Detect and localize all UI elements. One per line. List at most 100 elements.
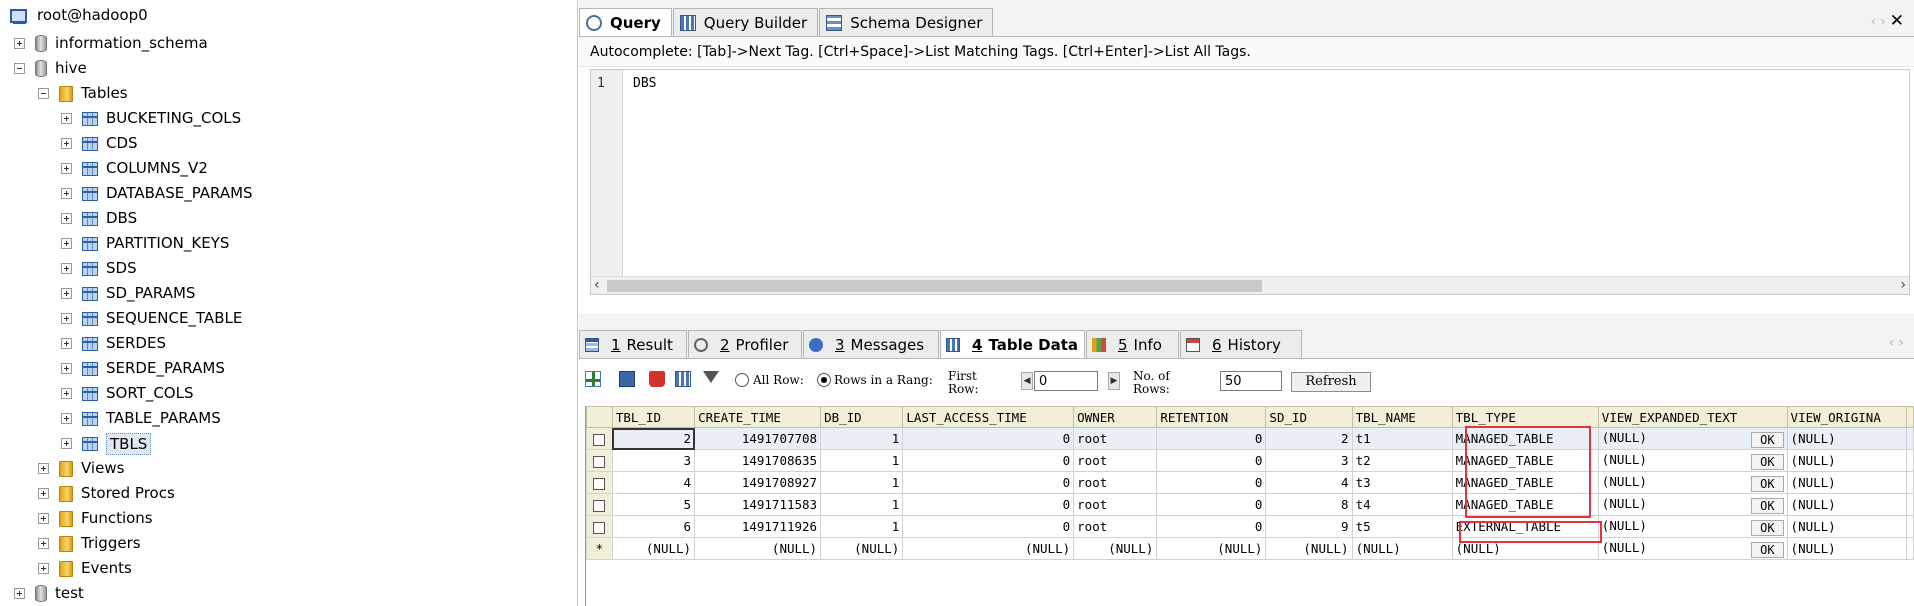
- grid-row[interactable]: 4 1491708927 1 0 root 0 4 t3 MANAGED_TABLE (NULL)…: [586, 471, 1914, 494]
- grid-cell[interactable]: t4: [1351, 493, 1453, 516]
- tree-node-folder[interactable]: Events: [38, 556, 132, 581]
- grid-cell[interactable]: 1491708927: [694, 471, 822, 494]
- grid-cell[interactable]: (NULL): [1786, 449, 1908, 472]
- sql-editor[interactable]: 1 DBS ‹ ›: [590, 69, 1910, 295]
- grid-cell[interactable]: 0: [1156, 515, 1267, 538]
- grid-cell[interactable]: 1: [820, 427, 904, 450]
- grid-cell[interactable]: (NULL) OK: [1597, 493, 1788, 516]
- expand-icon[interactable]: [61, 238, 72, 249]
- row-checkbox[interactable]: [586, 493, 613, 516]
- tree-node-table[interactable]: SERDE_PARAMS: [61, 356, 225, 381]
- scroll-left-arrow-icon[interactable]: ‹: [594, 277, 600, 294]
- tab-history[interactable]: 6 History: [1180, 330, 1302, 358]
- tab-table-data[interactable]: 4 Table Data: [940, 330, 1085, 358]
- grid-cell[interactable]: (NULL): [1786, 515, 1908, 538]
- grid-cell[interactable]: 4: [611, 471, 696, 494]
- grid-cell[interactable]: 0: [902, 449, 1075, 472]
- expand-icon[interactable]: [61, 138, 72, 149]
- grid-cell[interactable]: 0: [1156, 427, 1267, 450]
- grid-cell[interactable]: root: [1073, 449, 1158, 472]
- expand-icon[interactable]: [61, 338, 72, 349]
- expand-icon[interactable]: [61, 438, 72, 449]
- grid-cell[interactable]: 5: [611, 493, 696, 516]
- tree-node-table[interactable]: CDS: [61, 131, 138, 156]
- expand-icon[interactable]: [61, 363, 72, 374]
- tab-profiler[interactable]: 2 Profiler: [688, 330, 802, 358]
- expand-icon[interactable]: [61, 113, 72, 124]
- grid-cell[interactable]: (NULL): [820, 537, 904, 560]
- tab-query-builder[interactable]: Query Builder: [672, 8, 819, 36]
- tab-result[interactable]: 1 Result: [579, 330, 687, 358]
- column-header[interactable]: RETENTION: [1156, 406, 1267, 428]
- tree-node-folder[interactable]: Triggers: [38, 531, 141, 556]
- grid-new-row[interactable]: * (NULL) (NULL) (NULL) (NULL) (NULL) (NULL) (NU…: [586, 537, 1914, 560]
- tree-node-table[interactable]: DBS: [61, 206, 137, 231]
- column-header[interactable]: VIEW_EXPANDED_TEXT: [1597, 406, 1788, 428]
- tree-node-table[interactable]: DATABASE_PARAMS: [61, 181, 253, 206]
- grid-cell[interactable]: (NULL): [694, 537, 822, 560]
- column-header[interactable]: LAST_ACCESS_TIME: [902, 406, 1075, 428]
- grid-cell[interactable]: (NULL): [1073, 537, 1158, 560]
- first-row-next-button[interactable]: ▶: [1108, 372, 1120, 390]
- grid-cell[interactable]: MANAGED_TABLE: [1451, 449, 1599, 472]
- expand-icon[interactable]: [14, 588, 25, 599]
- grid-cell[interactable]: (NULL): [1451, 537, 1599, 560]
- grid-cell[interactable]: (NULL): [1786, 537, 1908, 560]
- grid-cell[interactable]: 3: [1265, 449, 1353, 472]
- grid-cell[interactable]: 3: [611, 449, 696, 472]
- expand-icon[interactable]: [61, 413, 72, 424]
- tree-node-hive[interactable]: hive: [14, 56, 87, 81]
- grid-cell[interactable]: 1491711583: [694, 493, 822, 516]
- checkbox[interactable]: [593, 455, 606, 468]
- tree-node-table[interactable]: SD_PARAMS: [61, 281, 195, 306]
- grid-cell[interactable]: 0: [902, 427, 1075, 450]
- grid-cell[interactable]: 1: [820, 493, 904, 516]
- row-checkbox[interactable]: [586, 449, 613, 472]
- grid-cell[interactable]: (NULL): [902, 537, 1075, 560]
- grid-cell[interactable]: root: [1073, 471, 1158, 494]
- expand-icon[interactable]: [14, 38, 25, 49]
- grid-cell[interactable]: 0: [902, 515, 1075, 538]
- checkbox[interactable]: [593, 433, 606, 446]
- reset-icon[interactable]: [675, 371, 691, 387]
- tree-node-folder[interactable]: Functions: [38, 506, 153, 531]
- grid-cell[interactable]: t3: [1351, 471, 1453, 494]
- grid-cell[interactable]: 6: [611, 515, 696, 538]
- horizontal-scrollbar[interactable]: ‹ ›: [591, 276, 1909, 294]
- no-of-rows-input[interactable]: [1220, 371, 1282, 391]
- scroll-right-icon[interactable]: ›: [1898, 335, 1908, 351]
- tab-schema-designer[interactable]: Schema Designer: [819, 8, 994, 36]
- insert-row-icon[interactable]: [585, 371, 601, 387]
- collapse-icon[interactable]: [14, 63, 25, 74]
- grid-cell[interactable]: t5: [1351, 515, 1453, 538]
- save-icon[interactable]: [619, 371, 635, 387]
- grid-cell[interactable]: 1: [820, 515, 904, 538]
- grid-cell[interactable]: (NULL): [1786, 493, 1908, 516]
- grid-cell[interactable]: (NULL) OK: [1597, 515, 1788, 538]
- tree-node-connection[interactable]: root@hadoop0: [9, 3, 148, 28]
- grid-cell[interactable]: root: [1073, 427, 1158, 450]
- grid-cell[interactable]: (NULL): [1351, 537, 1453, 560]
- grid-cell[interactable]: 1491707708: [694, 427, 822, 450]
- grid-cell[interactable]: 0: [1156, 493, 1267, 516]
- column-header[interactable]: SD_ID: [1265, 406, 1353, 428]
- tree-node-table[interactable]: TBLS: [61, 431, 152, 456]
- checkbox[interactable]: [593, 499, 606, 512]
- tree-node-table[interactable]: COLUMNS_V2: [61, 156, 208, 181]
- tab-query[interactable]: Query: [579, 8, 672, 36]
- delete-icon[interactable]: [649, 371, 665, 387]
- expand-icon[interactable]: [38, 563, 49, 574]
- expand-icon[interactable]: [38, 488, 49, 499]
- grid-cell[interactable]: 2: [1265, 427, 1353, 450]
- column-header[interactable]: TBL_ID: [611, 406, 696, 428]
- column-header[interactable]: VIEW_ORIGINA: [1786, 406, 1908, 428]
- scrollbar-thumb[interactable]: [607, 280, 1262, 292]
- scroll-right-arrow-icon[interactable]: ›: [1900, 277, 1906, 294]
- grid-cell[interactable]: 9: [1265, 515, 1353, 538]
- grid-cell[interactable]: 0: [902, 493, 1075, 516]
- tree-node-test[interactable]: test: [14, 581, 84, 606]
- grid-row[interactable]: 6 1491711926 1 0 root 0 9 t5 EXTERNAL_TABLE (NULL…: [586, 515, 1914, 538]
- expand-icon[interactable]: [61, 388, 72, 399]
- scroll-left-icon[interactable]: ‹: [1889, 335, 1899, 351]
- grid-cell[interactable]: (NULL): [611, 537, 696, 560]
